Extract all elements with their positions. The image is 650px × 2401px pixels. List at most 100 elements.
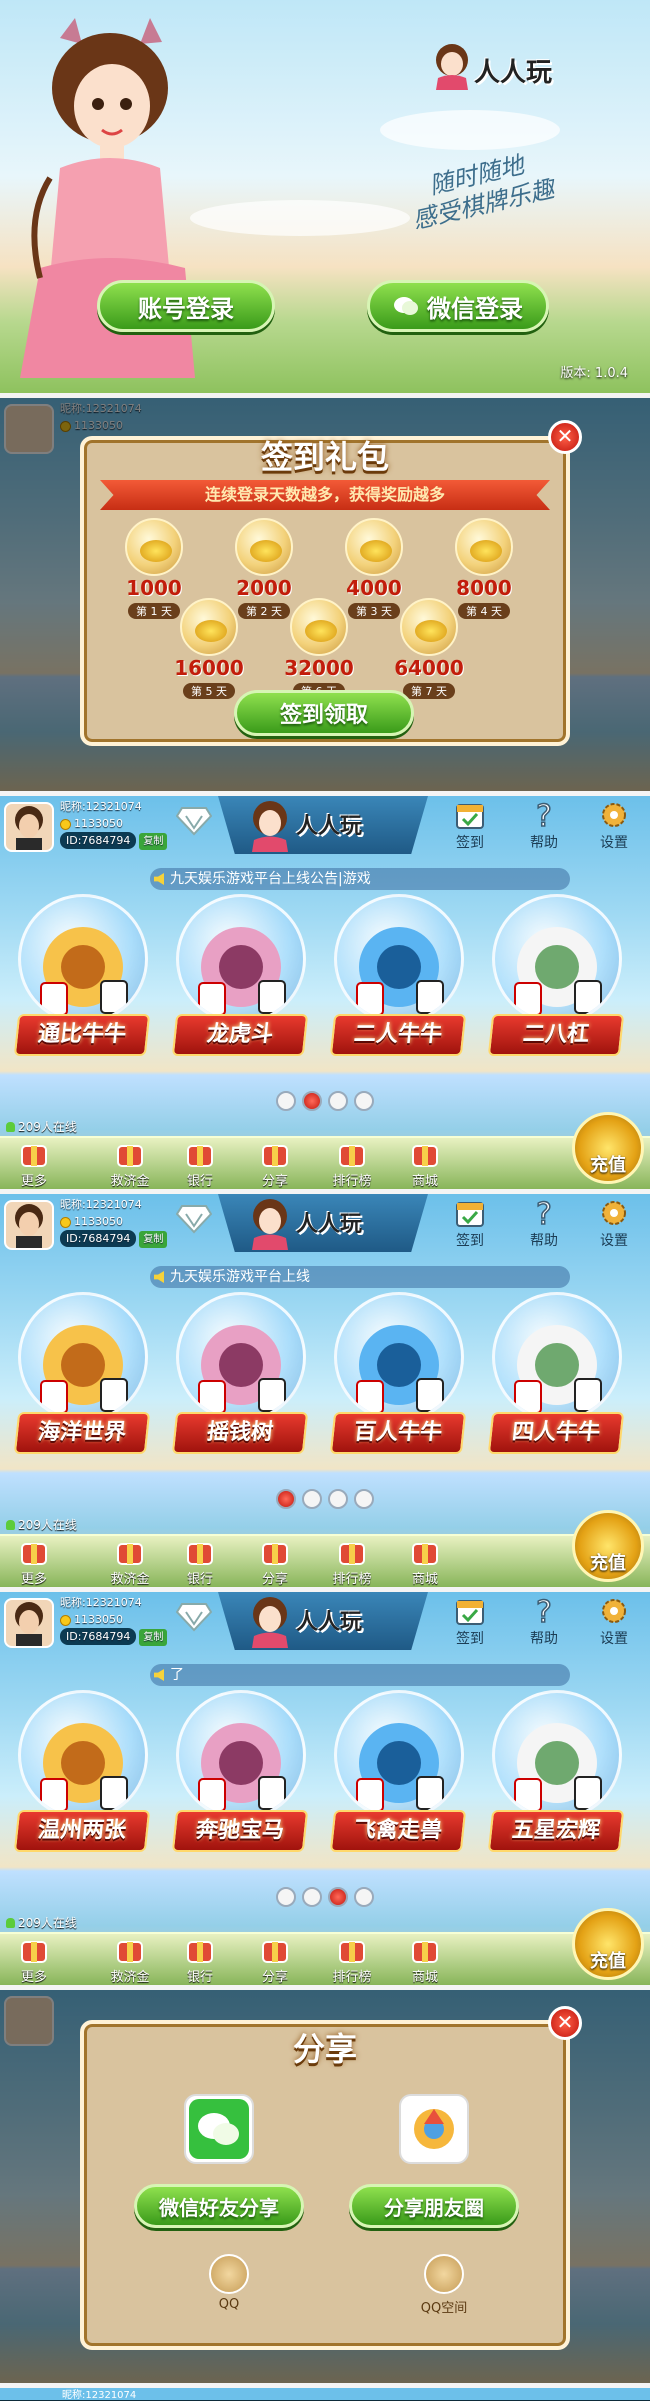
moments-label: 分享朋友圈 (384, 2195, 484, 2220)
help-button[interactable]: ? 帮助 (522, 800, 566, 852)
game-tile[interactable]: 百人牛牛 (326, 1292, 471, 1462)
game-art (492, 894, 622, 1024)
account-login-button[interactable]: 账号登录 (97, 280, 275, 332)
reward-day-7: 64000 第 7 天 (389, 598, 469, 699)
game-tile[interactable]: 龙虎斗 (168, 894, 313, 1064)
game-tile[interactable]: 通比牛牛 (10, 894, 155, 1064)
help-button[interactable]: ? 帮助 (522, 1596, 566, 1648)
qzone-icon[interactable] (424, 2254, 464, 2294)
page-dot[interactable] (354, 1489, 374, 1509)
game-tile[interactable]: 二八杠 (484, 894, 629, 1064)
game-tile[interactable]: 飞禽走兽 (326, 1690, 471, 1860)
ranking-button[interactable]: 排行榜 (322, 1536, 382, 1587)
recharge-button[interactable]: 充值 (572, 1510, 644, 1582)
recharge-button[interactable]: 充值 (572, 1908, 644, 1980)
game-tile[interactable]: 奔驰宝马 (168, 1690, 313, 1860)
recharge-button[interactable]: 充值 (572, 1112, 644, 1184)
more-button[interactable]: 更多 (4, 1934, 64, 1985)
share-screen: 分享 微信好友分享 分享朋友圈 QQ QQ空间 ✕ (0, 1990, 650, 2383)
signin-title: 签到礼包 (260, 438, 390, 476)
shop-button[interactable]: 商城 (395, 1536, 455, 1587)
claim-button[interactable]: 签到领取 (234, 690, 414, 736)
page-dot[interactable] (354, 1091, 374, 1111)
page-indicator (0, 1091, 650, 1115)
signin-button[interactable]: 签到 (448, 1198, 492, 1250)
game-tile[interactable]: 四人牛牛 (484, 1292, 629, 1462)
game-art (334, 1292, 464, 1422)
page-dot[interactable] (276, 1091, 296, 1111)
gift-icon (21, 1145, 47, 1167)
settings-button[interactable]: 设置 (592, 1198, 636, 1250)
bank-label: 银行 (186, 1970, 213, 1985)
help-label: 帮助 (530, 835, 558, 851)
gift-icon (21, 1543, 47, 1565)
page-dot[interactable] (328, 1091, 348, 1111)
bank-button[interactable]: 银行 (170, 1536, 230, 1587)
moments-icon[interactable] (399, 2094, 469, 2164)
page-dot[interactable] (276, 1887, 296, 1907)
settings-button[interactable]: 设置 (592, 1596, 636, 1648)
page-dot[interactable] (354, 1887, 374, 1907)
close-icon[interactable]: ✕ (548, 2006, 582, 2040)
more-label: 更多 (20, 1572, 47, 1587)
vip-diamond-icon[interactable] (176, 1602, 212, 1632)
page-dot[interactable] (302, 1091, 322, 1111)
shop-button[interactable]: 商城 (395, 1138, 455, 1189)
moments-share-button[interactable]: 分享朋友圈 (349, 2184, 519, 2228)
game-tile[interactable]: 二人牛牛 (326, 894, 471, 1064)
ranking-button[interactable]: 排行榜 (322, 1934, 382, 1985)
relief-bag-icon (117, 1941, 143, 1963)
game-tile[interactable]: 海洋世界 (10, 1292, 155, 1462)
bottom-bar: 更多 救济金 银行 分享 排行榜 商城 (0, 1534, 650, 1587)
page-dot[interactable] (328, 1887, 348, 1907)
relief-button[interactable]: 救济金 (100, 1934, 160, 1985)
share-button[interactable]: 分享 (245, 1536, 305, 1587)
game-tile[interactable]: 五星宏辉 (484, 1690, 629, 1860)
settings-button[interactable]: 设置 (592, 800, 636, 852)
page-dot[interactable] (276, 1489, 296, 1509)
relief-button[interactable]: 救济金 (100, 1536, 160, 1587)
vip-diamond-icon[interactable] (176, 806, 212, 836)
close-icon[interactable]: ✕ (548, 420, 582, 454)
bank-button[interactable]: 银行 (170, 1934, 230, 1985)
wechat-share-icon[interactable] (184, 2094, 254, 2164)
page-dot[interactable] (302, 1887, 322, 1907)
signin-button[interactable]: 签到 (448, 800, 492, 852)
game-tile[interactable]: 摇钱树 (168, 1292, 313, 1462)
copy-button[interactable]: 复制 (139, 833, 168, 850)
copy-button[interactable]: 复制 (139, 1231, 168, 1248)
share-button[interactable]: 分享 (245, 1138, 305, 1189)
share-button[interactable]: 分享 (245, 1934, 305, 1985)
wechat-login-label: 微信登录 (427, 294, 523, 323)
logo-girl-icon (252, 1597, 288, 1648)
signin-button[interactable]: 签到 (448, 1596, 492, 1648)
page-dot[interactable] (302, 1489, 322, 1509)
coin-icon (60, 1614, 71, 1626)
coin-pile-icon (455, 518, 513, 576)
lobby-screen-1: 昵称:12321074 1133050 ID:7684794 复制 人人玩 签到? 帮助 设置… (0, 796, 650, 1189)
relief-button[interactable]: 救济金 (100, 1138, 160, 1189)
settings-label: 设置 (600, 1631, 628, 1647)
more-button[interactable]: 更多 (4, 1536, 64, 1587)
bank-button[interactable]: 银行 (170, 1138, 230, 1189)
wechat-friends-share-button[interactable]: 微信好友分享 (134, 2184, 304, 2228)
speaker-icon (154, 873, 164, 885)
wechat-login-button[interactable]: 微信登录 (367, 280, 549, 332)
vip-diamond-icon[interactable] (176, 1204, 212, 1234)
settings-label: 设置 (600, 1233, 628, 1249)
game-tile[interactable]: 温州两张 (10, 1690, 155, 1860)
qq-icon[interactable] (209, 2254, 249, 2294)
avatar[interactable] (4, 802, 54, 852)
gear-icon (602, 1201, 626, 1225)
page-dot[interactable] (328, 1489, 348, 1509)
avatar[interactable] (4, 1598, 54, 1648)
copy-button[interactable]: 复制 (139, 1629, 168, 1646)
shop-button[interactable]: 商城 (395, 1934, 455, 1985)
id-row: ID:7684794 复制 (60, 1230, 168, 1248)
more-button[interactable]: 更多 (4, 1138, 64, 1189)
help-button[interactable]: ? 帮助 (522, 1198, 566, 1250)
game-art (334, 1690, 464, 1820)
ranking-button[interactable]: 排行榜 (322, 1138, 382, 1189)
avatar[interactable] (4, 1200, 54, 1250)
coin-row: 1133050 (60, 1611, 167, 1628)
